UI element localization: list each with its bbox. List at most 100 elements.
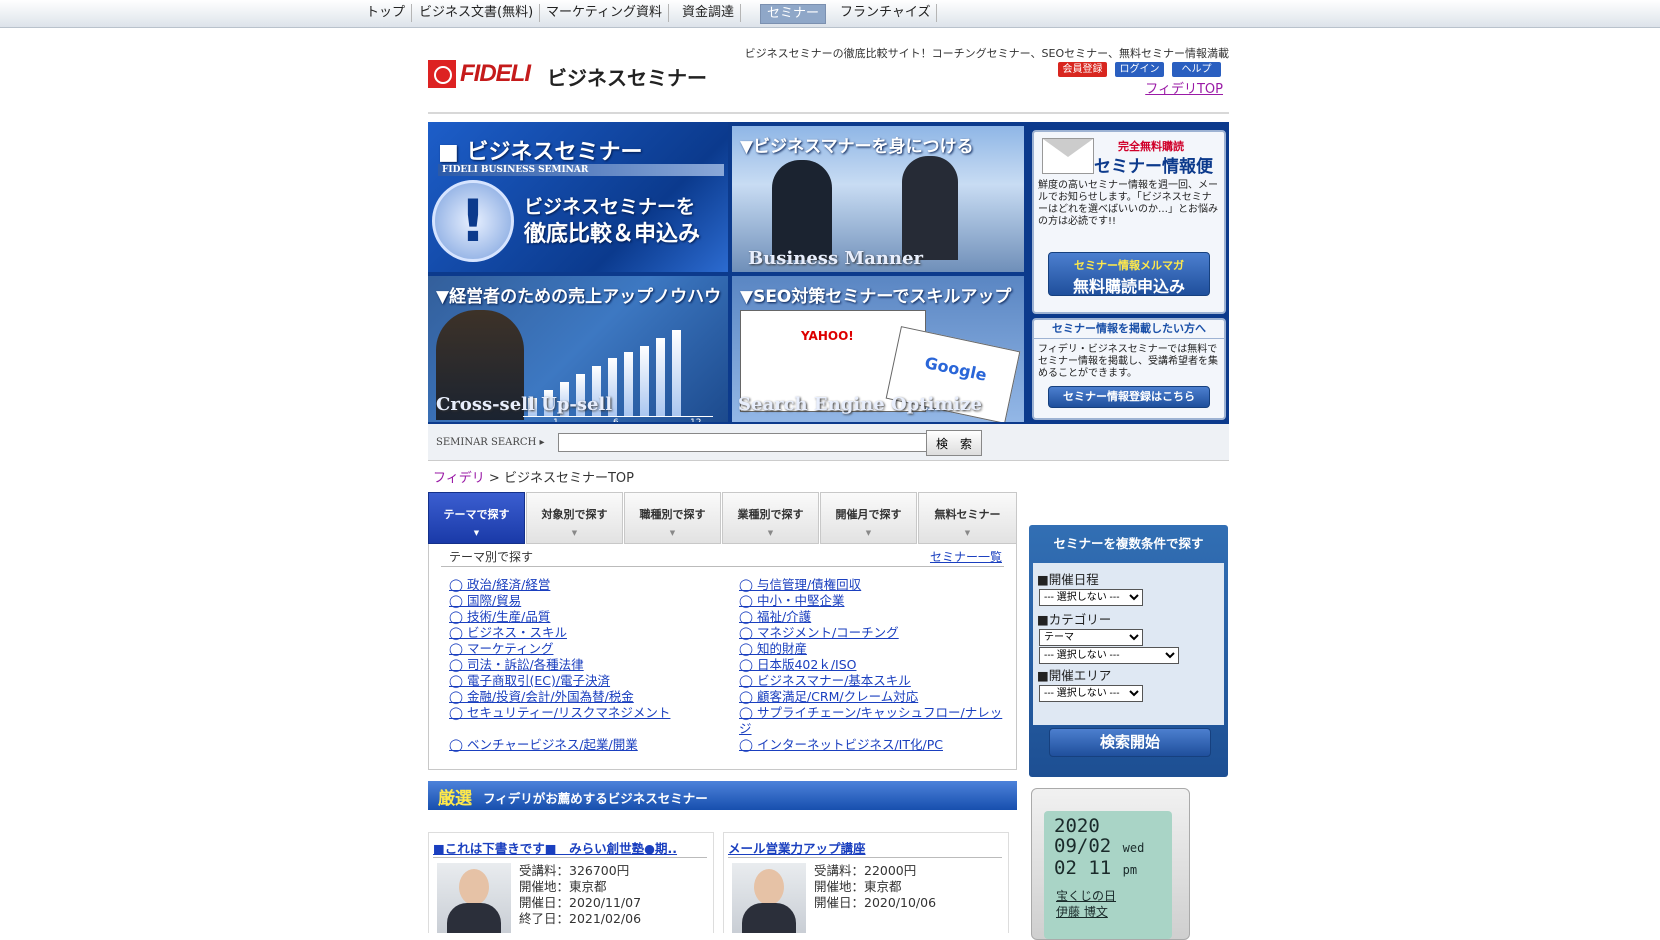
theme-link[interactable]: ◯ 国際/貿易 (449, 593, 719, 609)
theme-link[interactable]: ◯ 日本版402ｋ/ISO (739, 657, 1007, 673)
banner-main-panel[interactable]: ■ ビジネスセミナー FIDELI BUSINESS SEMINAR ! ビジネ… (428, 122, 728, 272)
subcategory-select[interactable]: --- 選択しない --- (1039, 647, 1179, 664)
banner-manner-caption: Business Manner (748, 248, 924, 269)
seminar-fee: 受講料：326700円 (519, 863, 630, 878)
axis-label-1: 1 (553, 418, 559, 422)
nav-franchise[interactable]: フランチャイズ (834, 4, 938, 22)
theme-link[interactable]: ◯ ベンチャービジネス/起業/開業 (449, 737, 719, 753)
post-seminar-button[interactable]: セミナー情報登録はこちら (1048, 386, 1210, 408)
clock-person-link[interactable]: 伊藤 博文 (1056, 903, 1108, 920)
theme-column-right: ◯ 与信管理/債権回収 ◯ 中小・中堅企業 ◯ 福祉/介護 ◯ マネジメント/コ… (739, 577, 1007, 753)
post-seminar-panel: セミナー情報を掲載したい方へ フィデリ・ビジネスセミナーでは無料でセミナー情報を… (1032, 318, 1226, 420)
nav-funding[interactable]: 資金調達 (676, 4, 742, 22)
banner-seo-title: ▼SEO対策セミナーでスキルアップ (740, 287, 1012, 307)
theme-link[interactable]: ◯ セキュリティー/リスクマネジメント (449, 705, 719, 721)
start-search-button[interactable]: 検索開始 (1049, 728, 1211, 757)
banner-seo-panel[interactable]: ▼SEO対策セミナーでスキルアップ YAHOO! Google Search E… (732, 276, 1024, 422)
tab-arrow-icon: ▼ (571, 529, 578, 537)
theme-link[interactable]: ◯ ビジネス・スキル (449, 625, 719, 641)
nav-seminar[interactable]: セミナー (760, 4, 827, 24)
banner-main-cta: ビジネスセミナーを 徹底比較＆申込み (524, 194, 700, 248)
theme-link[interactable]: ◯ 金融/投資/会計/外国為替/税金 (449, 689, 719, 705)
card-divider (728, 857, 1002, 858)
hero-banner: ■ ビジネスセミナー FIDELI BUSINESS SEMINAR ! ビジネ… (428, 122, 1229, 424)
exclamation-icon: ! (432, 180, 514, 262)
newsletter-subscribe-button[interactable]: セミナー情報メルマガ 無料購読申込み (1048, 252, 1210, 296)
banner-manner-panel[interactable]: ▼ビジネスマナーを身につける Business Manner (732, 126, 1024, 272)
date-label: ■開催日程 (1037, 572, 1099, 587)
newsletter-btn-line1: セミナー情報メルマガ (1074, 259, 1184, 272)
logo-subtitle[interactable]: ビジネスセミナー (547, 62, 707, 91)
seminar-fee: 受講料：22000円 (814, 863, 917, 878)
fideli-logo-icon[interactable] (428, 60, 456, 88)
theme-link[interactable]: ◯ 顧客満足/CRM/クレーム対応 (739, 689, 1007, 705)
theme-link[interactable]: ◯ 与信管理/債権回収 (739, 577, 1007, 593)
photo-head (754, 869, 784, 905)
theme-link[interactable]: ◯ 福祉/介護 (739, 609, 1007, 625)
theme-link[interactable]: ◯ マーケティング (449, 641, 719, 657)
area-select[interactable]: --- 選択しない --- (1039, 685, 1143, 702)
tab-target[interactable]: 対象別で探す ▼ (526, 492, 623, 544)
sales-bar (640, 346, 649, 416)
tab-industry[interactable]: 業種別で探す ▼ (722, 492, 819, 544)
theme-link[interactable]: ◯ マネジメント/コーチング (739, 625, 1007, 641)
date-select[interactable]: --- 選択しない --- (1039, 589, 1143, 606)
clock-time: 02 11 pm (1054, 857, 1137, 879)
seminar-info: 受講料：326700円 開催地：東京都 開催日：2020/11/07 終了日：2… (519, 863, 641, 927)
tab-free-seminar[interactable]: 無料セミナー ▼ (918, 492, 1017, 544)
banner-cta-line1: ビジネスセミナーを (524, 196, 696, 218)
register-button[interactable]: 会員登録 (1058, 62, 1107, 77)
seminar-search-button[interactable]: 検 索 (926, 430, 982, 456)
theme-link[interactable]: ◯ 電子商取引(EC)/電子決済 (449, 673, 719, 689)
theme-link[interactable]: ◯ 知的財産 (739, 641, 1007, 657)
tab-month[interactable]: 開催月で探す ▼ (820, 492, 917, 544)
banner-sales-panel[interactable]: ▼経営者のための売上アップノウハウ 1 6 12 Cross-sell Up-s… (428, 276, 728, 422)
multi-search-form: ■開催日程 --- 選択しない --- ■カテゴリー テーマ --- 選択しない… (1033, 563, 1224, 725)
breadcrumb: フィデリ > ビジネスセミナーTOP (433, 467, 634, 486)
theme-link[interactable]: ◯ 中小・中堅企業 (739, 593, 1007, 609)
seminar-place: 開催地：東京都 (814, 879, 902, 894)
nav-marketing[interactable]: マーケティング資料 (540, 4, 669, 22)
theme-link[interactable]: ◯ 司法・訴訟/各種法律 (449, 657, 719, 673)
card-divider (433, 857, 707, 858)
tab-theme[interactable]: テーマで探す ▼ (428, 492, 525, 544)
nav-top[interactable]: トップ (360, 4, 413, 22)
theme-link[interactable]: ◯ 政治/経済/経営 (449, 577, 719, 593)
logo-text[interactable]: FIDELI (460, 60, 531, 88)
tab-industry-label: 業種別で探す (737, 508, 804, 521)
header-divider (428, 112, 1229, 114)
fideli-top-link[interactable]: フィデリTOP (1145, 78, 1223, 97)
seminar-list-link[interactable]: セミナー一覧 (930, 548, 1002, 565)
newsletter-description: 鮮度の高いセミナー情報を週一回、メールでお知らせします。「ビジネスセミナーはどれ… (1038, 180, 1218, 227)
banner-cta-line2: 徹底比較＆申込み (524, 222, 701, 247)
sales-bar (672, 330, 681, 416)
seminar-title-link[interactable]: メール営業力アップ講座 (728, 838, 866, 857)
theme-column-left: ◯ 政治/経済/経営 ◯ 国際/貿易 ◯ 技術/生産/品質 ◯ ビジネス・スキル… (449, 577, 719, 753)
tab-job[interactable]: 職種別で探す ▼ (624, 492, 721, 544)
login-button[interactable]: ログイン (1115, 62, 1164, 77)
clock-event-link[interactable]: 宝くじの日 (1056, 887, 1116, 904)
theme-link[interactable]: ◯ 技術/生産/品質 (449, 609, 719, 625)
newsletter-btn-line2: 無料購読申込み (1072, 277, 1185, 296)
businesswoman-figure (902, 156, 958, 260)
seminar-title-link[interactable]: ■これは下書きです■ みらい創世塾●期.. (433, 838, 677, 857)
theme-divider (441, 566, 1004, 567)
breadcrumb-home-link[interactable]: フィデリ (433, 471, 485, 486)
category-label: ■カテゴリー (1037, 612, 1112, 627)
tab-theme-label: テーマで探す (443, 508, 510, 521)
instructor-photo[interactable] (732, 863, 806, 933)
seminar-search-input[interactable] (558, 433, 928, 452)
theme-link[interactable]: ◯ インターネットビジネス/IT化/PC (739, 737, 1007, 753)
category-select[interactable]: テーマ (1039, 629, 1143, 646)
nav-business-docs[interactable]: ビジネス文書(無料) (413, 4, 541, 22)
theme-link[interactable]: ◯ ビジネスマナー/基本スキル (739, 673, 1007, 689)
clock-date: 09/02 wed (1054, 835, 1144, 857)
area-label: ■開催エリア (1037, 668, 1112, 683)
seminar-date: 開催日：2020/10/06 (814, 895, 937, 910)
instructor-photo[interactable] (437, 863, 511, 933)
help-button[interactable]: ヘルプ (1172, 62, 1221, 77)
tab-arrow-icon: ▼ (669, 529, 676, 537)
banner-sales-title: ▼経営者のための売上アップノウハウ (436, 287, 722, 307)
tab-arrow-icon: ▼ (865, 529, 872, 537)
theme-link[interactable]: ◯ サプライチェーン/キャッシュフロー/ナレッジ (739, 705, 1007, 737)
